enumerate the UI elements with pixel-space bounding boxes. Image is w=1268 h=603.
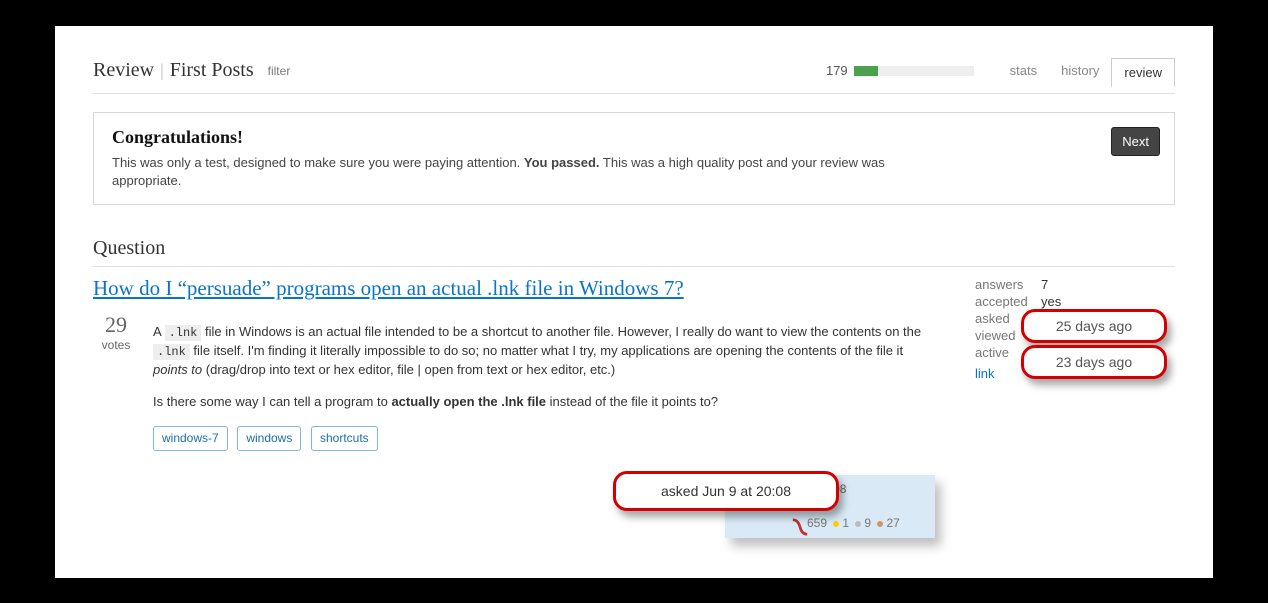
section-heading: Question [93,237,1175,267]
usercard-wrap: asked Jun 9 at 20:08 659 1 9 27 [153,475,935,538]
tab-review[interactable]: review [1111,58,1175,87]
silver-count: 9 [864,516,871,530]
side-val [1041,328,1175,343]
side-key: active [975,345,1041,360]
post-text: (drag/drop into text or hex editor, file… [202,362,615,377]
post-bold: actually open the .lnk file [391,394,546,409]
side-row-asked: asked25 days ago [975,311,1175,326]
progress-count: 179 [826,63,848,78]
side-val: 7 [1041,277,1175,292]
side-key: viewed [975,328,1041,343]
asked-line: asked Jun 9 at 20:08 [735,481,925,498]
inline-code: .lnk [165,325,202,341]
progress-bar [854,66,974,76]
avatar-icon [791,518,809,536]
side-link[interactable]: link [975,366,995,381]
question-body: 29 votes A .lnk file in Windows is an ac… [93,310,935,539]
user-card: asked Jun 9 at 20:08 659 1 9 27 [725,475,935,538]
post-text: instead of the file it points to? [546,394,718,409]
inline-code: .lnk [153,344,190,360]
next-button[interactable]: Next [1111,127,1160,156]
audit-notice: Congratulations! This was only a test, d… [93,112,1175,205]
title-separator: | [160,60,164,81]
review-topbar: Review | First Posts filter 179 stats hi… [93,56,1175,94]
post-text: file in Windows is an actual file intend… [201,324,921,339]
side-row-accepted: acceptedyes [975,294,1175,309]
question-title-link[interactable]: How do I “persuade” programs open an act… [93,275,935,301]
side-row-answers: answers7 [975,277,1175,292]
page-title: Review [93,59,154,82]
user-badges: 659 1 9 27 [735,515,925,532]
tag[interactable]: windows-7 [153,426,228,451]
side-key: answers [975,277,1041,292]
gold-dot-icon [833,521,839,527]
post-text: Is there some way I can tell a program t… [153,394,391,409]
bronze-dot-icon [877,521,883,527]
notice-passed: You passed. [524,155,600,170]
side-row-active: active23 days ago [975,345,1175,360]
post-em: points to [153,362,202,377]
silver-dot-icon [855,521,861,527]
notice-heading: Congratulations! [112,127,1156,148]
tag[interactable]: windows [237,426,301,451]
vote-count: 29 [93,312,139,338]
notice-body: This was only a test, designed to make s… [112,154,912,190]
side-key: accepted [975,294,1041,309]
post-text: A [153,324,165,339]
side-val: yes [1041,294,1175,309]
page: Review | First Posts filter 179 stats hi… [55,26,1213,578]
side-key: asked [975,311,1041,326]
vote-cell: 29 votes [93,310,139,352]
queue-name: First Posts [170,59,254,82]
question-sidebar: answers7 acceptedyes asked25 days ago vi… [975,275,1175,381]
bronze-count: 27 [886,516,899,530]
notice-text: This was only a test, designed to make s… [112,155,524,170]
tag-list: windows-7 windows shortcuts [153,426,935,451]
post-body: A .lnk file in Windows is an actual file… [153,310,935,539]
tag[interactable]: shortcuts [311,426,378,451]
question-main: How do I “persuade” programs open an act… [93,275,975,538]
tab-stats[interactable]: stats [998,57,1049,84]
tab-history[interactable]: history [1049,57,1111,84]
user-rep: 659 [807,516,827,530]
question-row: How do I “persuade” programs open an act… [93,275,1175,538]
gold-count: 1 [842,516,849,530]
side-row-viewed: viewed [975,328,1175,343]
post-text: file itself. I'm finding it literally im… [190,343,903,358]
vote-label: votes [93,338,139,352]
filter-link[interactable]: filter [268,64,291,78]
